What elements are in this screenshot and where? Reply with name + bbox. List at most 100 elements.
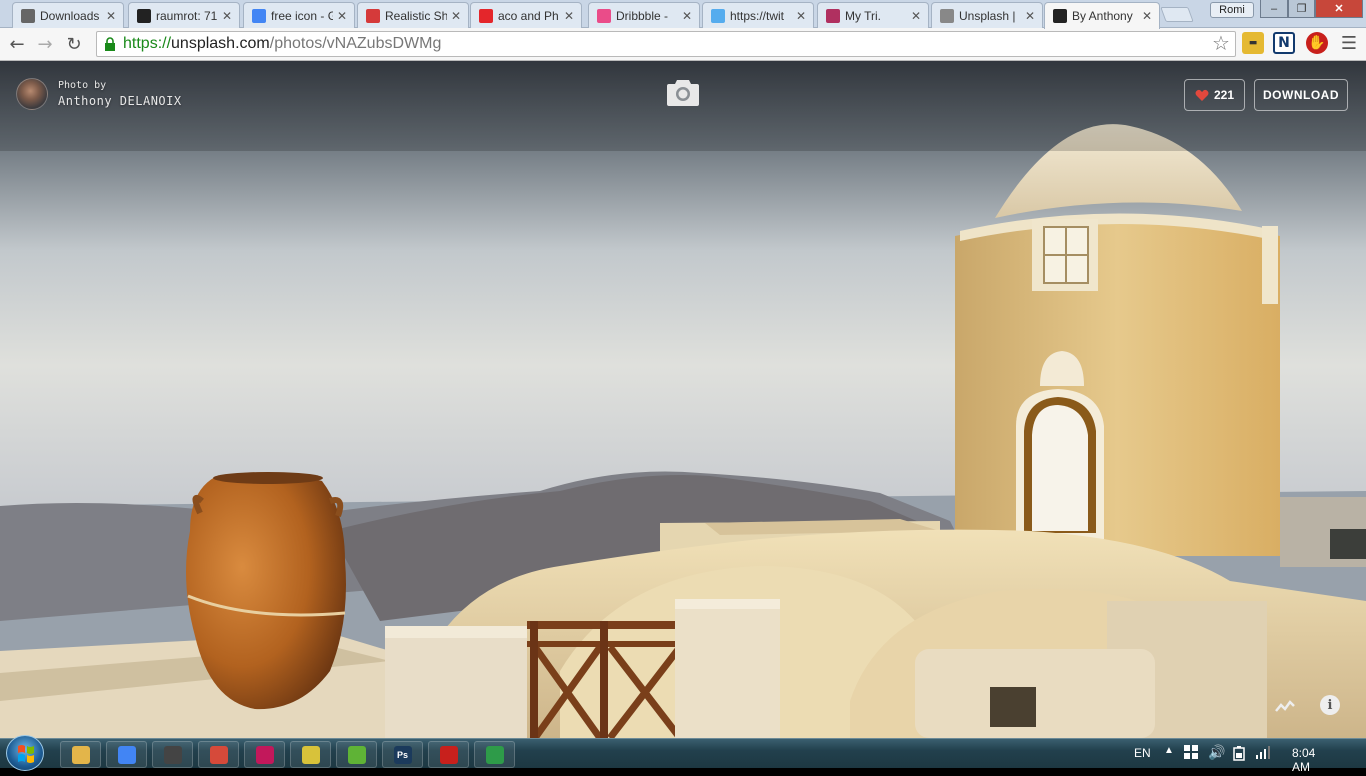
tab-tri[interactable]: My Tri. ✕ bbox=[817, 2, 929, 28]
back-arrow-icon: ← bbox=[9, 33, 25, 55]
photo-image bbox=[0, 61, 1366, 738]
clock[interactable]: 8:04 AM bbox=[1292, 746, 1315, 774]
close-icon: ✕ bbox=[1334, 3, 1344, 15]
url-scheme: https:// bbox=[123, 35, 172, 52]
download-button[interactable]: DOWNLOAD bbox=[1254, 79, 1348, 111]
taskbar-app-app-red[interactable] bbox=[198, 741, 239, 768]
taskbar-app-media[interactable] bbox=[152, 741, 193, 768]
tab-dribbble[interactable]: Dribbble - ✕ bbox=[588, 2, 700, 28]
acrobat-icon bbox=[439, 745, 458, 764]
close-window-button[interactable]: ✕ bbox=[1315, 0, 1363, 18]
tab-twitter[interactable]: https://twit ✕ bbox=[702, 2, 814, 28]
windows-taskbar: Ps EN ▲ 🔊 8:04 AM bbox=[0, 735, 1366, 774]
google-icon bbox=[252, 8, 266, 23]
taskbar-app-chrome[interactable] bbox=[106, 741, 147, 768]
photo-page: Photo by Anthony DELANOIX 221 DOWNLOAD i bbox=[0, 61, 1366, 738]
realistic-icon bbox=[366, 8, 380, 23]
restore-icon: ❐ bbox=[1296, 3, 1307, 15]
address-bar[interactable]: https://unsplash.com/photos/vNAZubsDWMg bbox=[96, 31, 1236, 57]
tray-expand-icon[interactable]: ▲ bbox=[1164, 745, 1174, 756]
taskbar-app-evernote[interactable] bbox=[336, 741, 377, 768]
camera-icon[interactable] bbox=[666, 77, 700, 107]
adblock-extension-icon[interactable]: ✋ bbox=[1306, 32, 1328, 54]
red-app-icon bbox=[209, 745, 228, 764]
photo-credit[interactable]: Photo by Anthony DELANOIX bbox=[16, 78, 182, 110]
download-icon bbox=[21, 8, 35, 23]
new-tab-button[interactable] bbox=[1160, 7, 1194, 22]
tab-close-icon[interactable]: ✕ bbox=[795, 9, 807, 23]
profile-button[interactable]: Romi bbox=[1210, 2, 1254, 18]
dribbble-icon bbox=[597, 8, 611, 23]
taskbar-app-app-yellow[interactable] bbox=[290, 741, 331, 768]
tab-label: aco and Ph bbox=[498, 8, 559, 23]
tab-close-icon[interactable]: ✕ bbox=[1024, 9, 1036, 23]
evernote-icon bbox=[347, 745, 366, 764]
like-button[interactable]: 221 bbox=[1184, 79, 1245, 111]
start-button[interactable] bbox=[6, 735, 44, 771]
tab-close-icon[interactable]: ✕ bbox=[910, 9, 922, 23]
minimize-icon: – bbox=[1270, 2, 1278, 15]
tab-label: https://twit bbox=[730, 8, 785, 23]
tab-close-icon[interactable]: ✕ bbox=[450, 9, 462, 23]
tab-google[interactable]: free icon - G ✕ bbox=[243, 2, 355, 28]
tab-page[interactable]: Unsplash | ✕ bbox=[931, 2, 1043, 28]
taskbar-app-app-circle[interactable] bbox=[244, 741, 285, 768]
ruler-extension-icon[interactable]: ▬ bbox=[1242, 32, 1264, 54]
forward-button[interactable]: → bbox=[33, 32, 57, 56]
n-extension-icon[interactable]: N bbox=[1273, 32, 1295, 54]
tab-raumrot[interactable]: raumrot: 71 ✕ bbox=[128, 2, 240, 28]
browser-toolbar: ← → ↻ https://unsplash.com/photos/vNAZub… bbox=[0, 28, 1366, 61]
maximize-button[interactable]: ❐ bbox=[1288, 0, 1315, 18]
tab-close-icon[interactable]: ✕ bbox=[563, 9, 575, 23]
tab-close-icon[interactable]: ✕ bbox=[1141, 9, 1153, 23]
tab-label: Dribbble - bbox=[616, 8, 669, 23]
language-indicator[interactable]: EN bbox=[1134, 746, 1151, 760]
tab-label: Unsplash | bbox=[959, 8, 1016, 23]
twitter-icon bbox=[711, 8, 725, 23]
tab-realistic[interactable]: Realistic Sh ✕ bbox=[357, 2, 469, 28]
tri-icon bbox=[826, 8, 840, 23]
exif-stats-icon[interactable] bbox=[1274, 695, 1296, 717]
reload-icon: ↻ bbox=[66, 33, 82, 55]
action-center-icon[interactable] bbox=[1184, 745, 1198, 762]
reload-button[interactable]: ↻ bbox=[62, 32, 86, 56]
volume-icon[interactable]: 🔊 bbox=[1208, 744, 1225, 761]
tab-label: raumrot: 71 bbox=[156, 8, 218, 23]
photoshop-icon: Ps bbox=[393, 745, 412, 764]
clapper-icon bbox=[163, 745, 182, 764]
photographer-name[interactable]: Anthony DELANOIX bbox=[58, 93, 182, 109]
windows-logo-icon bbox=[18, 745, 34, 763]
folder-icon bbox=[71, 745, 90, 764]
yellow-app-icon bbox=[301, 745, 320, 764]
taskbar-app-explorer[interactable] bbox=[60, 741, 101, 768]
taskbar-app-acrobat[interactable] bbox=[428, 741, 469, 768]
avatar[interactable] bbox=[16, 78, 48, 110]
adobe-icon bbox=[479, 8, 493, 23]
tab-close-icon[interactable]: ✕ bbox=[336, 9, 348, 23]
menu-icon[interactable]: ☰ bbox=[1338, 32, 1360, 54]
lock-icon bbox=[103, 37, 117, 51]
circle-app-icon bbox=[255, 745, 274, 764]
taskbar-app-photoshop[interactable]: Ps bbox=[382, 741, 423, 768]
tab-adobe[interactable]: aco and Ph ✕ bbox=[470, 2, 582, 28]
info-icon[interactable]: i bbox=[1320, 695, 1340, 715]
tab-label: Downloads bbox=[40, 8, 100, 23]
tab-download[interactable]: Downloads ✕ bbox=[12, 2, 124, 28]
battery-icon[interactable] bbox=[1232, 745, 1246, 764]
tab-label: Realistic Sh bbox=[385, 8, 447, 23]
tab-label: My Tri. bbox=[845, 8, 881, 23]
heart-icon bbox=[1195, 89, 1209, 101]
tab-close-icon[interactable]: ✕ bbox=[105, 9, 117, 23]
taskbar-app-sheets[interactable] bbox=[474, 741, 515, 768]
tab-close-icon[interactable]: ✕ bbox=[221, 9, 233, 23]
tab-close-icon[interactable]: ✕ bbox=[681, 9, 693, 23]
chrome-icon bbox=[117, 745, 136, 764]
tab-camera[interactable]: By Anthony ✕ bbox=[1044, 2, 1160, 29]
raumrot-icon bbox=[137, 8, 151, 23]
back-button[interactable]: ← bbox=[5, 32, 29, 56]
bookmark-star-icon[interactable]: ☆ bbox=[1210, 31, 1232, 55]
tab-label: free icon - G bbox=[271, 8, 333, 23]
network-signal-icon[interactable] bbox=[1256, 745, 1272, 762]
minimize-button[interactable]: – bbox=[1260, 0, 1288, 18]
tab-label: By Anthony bbox=[1072, 9, 1133, 23]
